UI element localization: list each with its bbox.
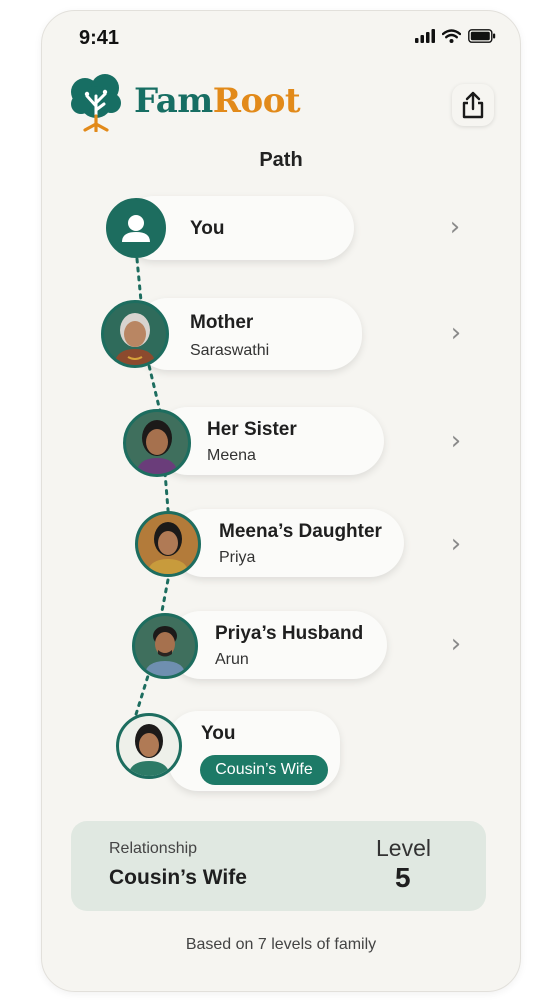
footer-note: Based on 7 levels of family: [185, 936, 377, 953]
level-label: Level: [376, 835, 431, 861]
relationship-badge: Cousin’s Wife: [200, 755, 328, 785]
node-subtitle: Priya: [219, 549, 256, 566]
chevron-right-icon[interactable]: ›: [446, 318, 466, 348]
man-photo: [132, 613, 198, 679]
young-woman-photo: [116, 713, 182, 779]
chevron-right-icon[interactable]: ›: [446, 529, 466, 559]
node-subtitle: Meena: [207, 447, 256, 464]
node-subtitle: Saraswathi: [190, 342, 270, 359]
node-title: Meena’s Daughter: [219, 521, 382, 542]
phone-screen: 9:41 FamRoot Path You › Mother Saraswath…: [41, 10, 521, 992]
path-node-priyas-husband[interactable]: Priya’s Husband Arun: [167, 611, 387, 679]
young-woman-photo: [135, 511, 201, 577]
elderly-woman-photo: [101, 300, 169, 368]
level-value: 5: [395, 862, 411, 893]
chevron-right-icon[interactable]: ›: [446, 629, 466, 659]
chevron-right-icon[interactable]: ›: [446, 426, 466, 456]
node-title: You: [201, 723, 236, 744]
user-silhouette-icon: [106, 198, 166, 258]
relationship-label: Relationship: [109, 840, 198, 857]
woman-photo: [123, 409, 191, 477]
chevron-right-icon[interactable]: ›: [445, 212, 465, 242]
relationship-value: Cousin’s Wife: [109, 866, 247, 889]
node-title: You: [190, 218, 225, 239]
node-title: Mother: [190, 312, 254, 333]
path-node-meenas-daughter[interactable]: Meena’s Daughter Priya: [170, 509, 404, 577]
node-title: Priya’s Husband: [215, 623, 364, 644]
node-subtitle: Arun: [215, 651, 249, 668]
relationship-summary: Relationship Cousin’s Wife Level 5: [71, 821, 486, 911]
node-title: Her Sister: [207, 419, 297, 440]
